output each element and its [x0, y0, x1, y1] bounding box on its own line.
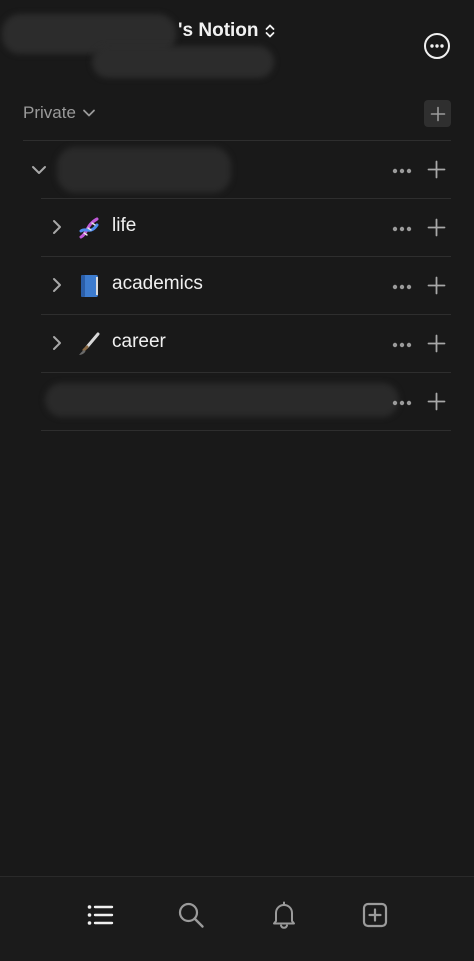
page-label: academics — [112, 273, 203, 294]
search-icon[interactable] — [177, 901, 205, 929]
dna-icon — [79, 217, 99, 239]
chevron-up-down-icon — [265, 24, 274, 38]
redacted-page-title — [45, 383, 399, 417]
plus-square-icon[interactable] — [361, 901, 389, 929]
bottom-tab-bar — [0, 876, 474, 961]
page-row-academics[interactable]: academics — [41, 256, 451, 315]
workspace-switcher[interactable]: 's Notion — [178, 20, 275, 42]
blue-book-icon — [81, 275, 98, 297]
workspace-title: 's Notion — [178, 20, 259, 41]
page-row-life[interactable]: life — [41, 198, 451, 257]
add-subpage-icon[interactable] — [427, 160, 446, 179]
add-subpage-icon[interactable] — [427, 218, 446, 237]
chevron-down-icon — [83, 109, 95, 117]
private-section-toggle[interactable]: Private — [23, 103, 96, 123]
page-label: career — [112, 331, 166, 352]
more-dots-icon[interactable] — [392, 400, 412, 406]
private-section-header: Private — [23, 100, 451, 128]
workspace-header: 's Notion — [0, 0, 474, 90]
more-dots-icon[interactable] — [392, 284, 412, 290]
chevron-right-icon[interactable] — [52, 335, 62, 351]
add-subpage-icon[interactable] — [427, 334, 446, 353]
more-options-button[interactable] — [424, 33, 450, 59]
more-dots-icon[interactable] — [392, 168, 412, 174]
bell-icon[interactable] — [270, 901, 298, 929]
plus-icon — [430, 106, 445, 121]
more-dots-icon[interactable] — [392, 226, 412, 232]
section-label: Private — [23, 103, 76, 122]
add-subpage-icon[interactable] — [427, 392, 446, 411]
ellipsis-circle-icon — [430, 44, 444, 48]
redacted-page-title — [57, 147, 231, 193]
chevron-down-icon[interactable] — [31, 165, 47, 175]
list-icon[interactable] — [86, 901, 114, 929]
page-row-career[interactable]: career — [41, 314, 451, 373]
add-subpage-icon[interactable] — [427, 276, 446, 295]
redacted-workspace-name-line2 — [92, 46, 274, 78]
more-dots-icon[interactable] — [392, 342, 412, 348]
page-row-redacted[interactable] — [41, 372, 451, 431]
root-page-row[interactable] — [23, 140, 451, 199]
chevron-right-icon[interactable] — [52, 219, 62, 235]
section-add-button[interactable] — [424, 100, 451, 127]
paintbrush-icon — [79, 332, 100, 355]
page-label: life — [112, 215, 137, 236]
chevron-right-icon[interactable] — [52, 277, 62, 293]
